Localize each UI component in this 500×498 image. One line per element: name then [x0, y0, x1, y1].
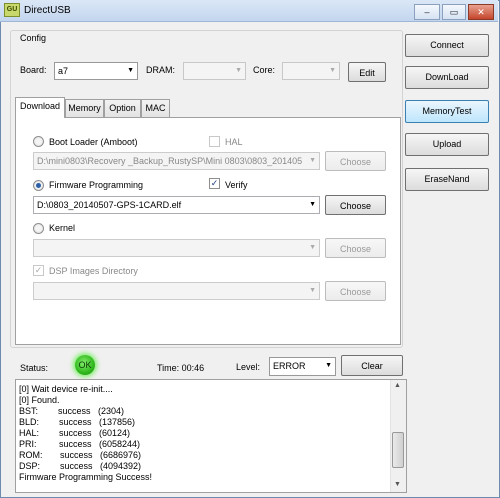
core-label: Core:: [253, 65, 276, 75]
log-line: ROM: success (6686976): [19, 450, 142, 460]
board-select-value: a7: [58, 66, 69, 76]
chevron-down-icon: ▼: [325, 362, 332, 369]
log-line: [0] Found.: [19, 395, 60, 405]
connect-button[interactable]: Connect: [405, 34, 489, 57]
window-title: DirectUSB: [24, 5, 71, 16]
board-select[interactable]: a7 ▼: [54, 62, 138, 80]
chevron-down-icon: ▼: [309, 201, 316, 208]
app-icon: GU: [4, 3, 20, 17]
chevron-down-icon: ▼: [329, 67, 336, 74]
chevron-down-icon: ▼: [309, 157, 316, 164]
dram-label: DRAM:: [146, 65, 175, 75]
restore-button[interactable]: ▭: [442, 4, 466, 20]
scroll-up-icon[interactable]: ▲: [394, 382, 401, 389]
firmware-radio[interactable]: [33, 180, 44, 191]
dram-select[interactable]: ▼: [183, 62, 246, 80]
bootloader-path-field[interactable]: D:\mini0803\Recovery _Backup_RustySP\Min…: [33, 152, 320, 170]
log-line: DSP: success (4094392): [19, 461, 142, 471]
bootloader-radio[interactable]: [33, 136, 44, 147]
clear-button[interactable]: Clear: [341, 355, 403, 376]
log-scrollbar-thumb[interactable]: [392, 432, 404, 468]
log-line: BLD: success (137856): [19, 417, 136, 427]
firmware-choose-button[interactable]: Choose: [325, 195, 386, 215]
bootloader-choose-button[interactable]: Choose: [325, 151, 386, 171]
log-output[interactable]: [0] Wait device re-init.... [0] Found. B…: [15, 379, 407, 493]
dsp-path-field[interactable]: ▼: [33, 282, 320, 300]
tab-download[interactable]: Download: [15, 97, 65, 118]
core-select[interactable]: ▼: [282, 62, 340, 80]
memorytest-button[interactable]: MemoryTest: [405, 100, 489, 123]
verify-label: Verify: [225, 180, 248, 190]
tab-mac[interactable]: MAC: [141, 99, 170, 117]
hal-label: HAL: [225, 137, 243, 147]
log-line: Firmware Programming Success!: [19, 472, 153, 482]
log-line: [0] Wait device re-init....: [19, 384, 113, 394]
minimize-button[interactable]: –: [414, 4, 440, 20]
tab-option[interactable]: Option: [104, 99, 141, 117]
time-label: Time: 00:46: [157, 363, 205, 373]
chevron-down-icon: ▼: [127, 67, 134, 74]
kernel-path-field[interactable]: ▼: [33, 239, 320, 257]
edit-button[interactable]: Edit: [348, 62, 386, 82]
status-label: Status:: [20, 363, 49, 373]
kernel-label: Kernel: [49, 223, 76, 233]
dsp-choose-button[interactable]: Choose: [325, 281, 386, 301]
chevron-down-icon: ▼: [309, 244, 316, 251]
kernel-radio[interactable]: [33, 223, 44, 234]
chevron-down-icon: ▼: [235, 67, 242, 74]
chevron-down-icon: ▼: [309, 287, 316, 294]
level-label: Level:: [236, 362, 261, 372]
firmware-path-field[interactable]: D:\0803_20140507-GPS-1CARD.elf ▼: [33, 196, 320, 214]
tab-memory[interactable]: Memory: [65, 99, 104, 117]
status-indicator: OK: [75, 355, 95, 375]
upload-button[interactable]: Upload: [405, 133, 489, 156]
close-button[interactable]: ✕: [468, 4, 494, 20]
firmware-label: Firmware Programming: [49, 180, 144, 190]
verify-checkbox[interactable]: ✓: [209, 178, 220, 189]
level-select-value: ERROR: [273, 361, 306, 371]
config-title: Config: [20, 33, 47, 43]
scroll-down-icon[interactable]: ▼: [394, 481, 401, 488]
log-line: HAL: success (60124): [19, 428, 131, 438]
bootloader-path-value: D:\mini0803\Recovery _Backup_RustySP\Min…: [37, 156, 303, 166]
level-select[interactable]: ERROR ▼: [269, 357, 336, 376]
erasenand-button[interactable]: EraseNand: [405, 168, 489, 191]
download-button[interactable]: DownLoad: [405, 66, 489, 89]
hal-checkbox[interactable]: [209, 136, 220, 147]
dsp-checkbox[interactable]: ✓: [33, 265, 44, 276]
kernel-choose-button[interactable]: Choose: [325, 238, 386, 258]
bootloader-label: Boot Loader (Amboot): [49, 137, 138, 147]
log-line: PRI: success (6058244): [19, 439, 141, 449]
dsp-label: DSP Images Directory: [49, 266, 138, 276]
firmware-path-value: D:\0803_20140507-GPS-1CARD.elf: [37, 200, 182, 210]
log-line: BST: success (2304): [19, 406, 125, 416]
board-label: Board:: [20, 65, 47, 75]
